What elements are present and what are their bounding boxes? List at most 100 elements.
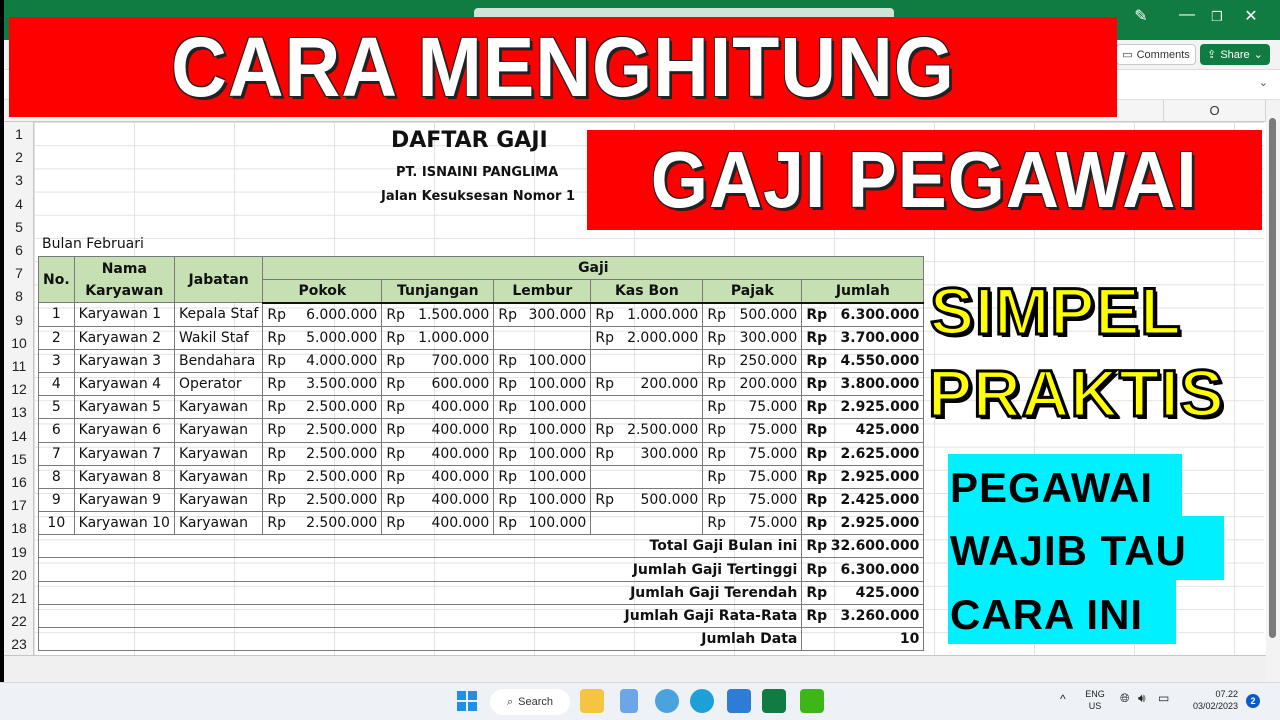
cell-position[interactable]: Karyawan (173, 441, 264, 466)
cell-pajak[interactable]: Rp 250.000 (702, 348, 803, 373)
cell-kasbon[interactable]: Rp 2.500.000 (590, 418, 704, 443)
cell-pajak[interactable]: Rp 75.000 (702, 441, 803, 466)
cell-tunjangan[interactable]: Rp 1.000.000 (381, 325, 495, 350)
cell-tunjangan[interactable]: Rp 400.000 (381, 487, 495, 513)
cell-jumlah[interactable]: Rp 2.625.000 (801, 441, 925, 466)
expand-formula-icon[interactable]: ⌄ (1259, 76, 1268, 89)
cell-jumlah[interactable]: Rp 4.550.000 (801, 348, 925, 373)
cell-pokok[interactable]: Rp 4.000.000 (262, 348, 383, 373)
summary-value[interactable]: Rp 6.300.000 (801, 557, 925, 582)
cell-name[interactable]: Karyawan 1 (73, 302, 175, 327)
cell-jumlah[interactable]: Rp 6.300.000 (801, 302, 925, 327)
network-icon[interactable]: 🌐︎ (1120, 692, 1130, 704)
row-header[interactable]: 15 (4, 451, 34, 467)
row-header[interactable]: 4 (4, 196, 34, 212)
cell-jumlah[interactable]: Rp 2.925.000 (801, 395, 925, 420)
cell-kasbon[interactable]: Rp 2.000.000 (590, 325, 704, 350)
notepad-icon[interactable] (620, 689, 638, 713)
cell-pokok[interactable]: Rp 2.500.000 (262, 487, 383, 513)
cell-position[interactable]: Karyawan (173, 511, 264, 536)
cell-name[interactable]: Karyawan 3 (73, 348, 175, 373)
cell-jumlah[interactable]: Rp 3.700.000 (801, 325, 925, 350)
cell-position[interactable]: Karyawan (173, 464, 264, 489)
cell-tunjangan[interactable]: Rp 400.000 (381, 511, 495, 536)
cell-jumlah[interactable]: Rp 425.000 (801, 418, 925, 443)
cell-kasbon[interactable]: Rp 200.000 (590, 371, 704, 397)
column-header-o[interactable]: O (1164, 100, 1266, 122)
cell-pajak[interactable]: Rp 75.000 (702, 487, 803, 513)
cell-pajak[interactable]: Rp 300.000 (702, 325, 803, 350)
share-button[interactable]: ⇪ Share ⌄ (1200, 44, 1270, 65)
cell-lembur[interactable]: Rp 100.000 (493, 371, 592, 397)
cell-tunjangan[interactable]: Rp 400.000 (381, 418, 495, 443)
cell-lembur[interactable]: Rp 300.000 (493, 302, 592, 327)
row-header[interactable]: 2 (4, 149, 34, 165)
summary-value[interactable]: 10 (801, 626, 925, 652)
cell-no[interactable]: 6 (38, 418, 75, 443)
summary-value[interactable]: Rp 3.260.000 (801, 603, 925, 629)
pen-icon[interactable]: ✎ (1126, 6, 1156, 26)
cell-kasbon[interactable]: Rp 1.000.000 (590, 302, 704, 327)
cell-tunjangan[interactable]: Rp 400.000 (381, 441, 495, 466)
cell-position[interactable]: Karyawan (173, 395, 264, 420)
cell-no[interactable]: 9 (38, 487, 75, 513)
cell-lembur[interactable]: Rp 100.000 (493, 441, 592, 466)
cell-tunjangan[interactable]: Rp 600.000 (381, 371, 495, 397)
cell-lembur[interactable]: Rp 100.000 (493, 487, 592, 513)
row-header[interactable]: 19 (4, 544, 34, 560)
row-header[interactable]: 9 (4, 312, 34, 328)
cell-pokok[interactable]: Rp 2.500.000 (262, 511, 383, 536)
cell-no[interactable]: 2 (38, 325, 75, 350)
summary-value[interactable]: Rp 32.600.000 (801, 534, 925, 559)
row-header[interactable]: 12 (4, 381, 34, 397)
cell-name[interactable]: Karyawan 8 (73, 464, 175, 489)
cell-kasbon[interactable]: Rp 300.000 (590, 441, 704, 466)
row-header[interactable]: 7 (4, 265, 34, 281)
cell-kasbon[interactable] (590, 464, 704, 489)
cell-pokok[interactable]: Rp 3.500.000 (262, 371, 383, 397)
cell-tunjangan[interactable]: Rp 700.000 (381, 348, 495, 373)
show-hidden-icons[interactable]: ^ (1060, 693, 1066, 705)
row-header[interactable]: 14 (4, 428, 34, 444)
cell-kasbon[interactable] (590, 395, 704, 420)
cell-pokok[interactable]: Rp 6.000.000 (262, 302, 383, 327)
cell-pajak[interactable]: Rp 75.000 (702, 418, 803, 443)
cell-pajak[interactable]: Rp 75.000 (702, 511, 803, 536)
edge-icon[interactable] (690, 689, 714, 713)
cell-name[interactable]: Karyawan 2 (73, 325, 175, 350)
cell-tunjangan[interactable]: Rp 400.000 (381, 464, 495, 489)
restore-button[interactable]: ❐ (1202, 9, 1232, 25)
battery-icon[interactable]: ▭ (1158, 692, 1169, 704)
cell-name[interactable]: Karyawan 4 (73, 371, 175, 397)
row-header[interactable]: 1 (4, 126, 34, 142)
row-header[interactable]: 11 (4, 358, 34, 374)
vertical-scrollbar[interactable] (1266, 100, 1280, 682)
row-header[interactable]: 22 (4, 613, 34, 629)
start-button[interactable] (455, 689, 479, 713)
cell-pokok[interactable]: Rp 2.500.000 (262, 441, 383, 466)
row-header[interactable]: 17 (4, 497, 34, 513)
cell-no[interactable]: 7 (38, 441, 75, 466)
cell-position[interactable]: Wakil Staf (173, 325, 264, 350)
cell-kasbon[interactable] (590, 348, 704, 373)
row-header[interactable]: 21 (4, 590, 34, 606)
volume-icon[interactable]: 🔊︎ (1138, 692, 1146, 704)
cell-position[interactable]: Kepala Staf (173, 302, 264, 327)
cell-no[interactable]: 1 (38, 302, 75, 327)
cell-pajak[interactable]: Rp 75.000 (702, 395, 803, 420)
cell-no[interactable]: 8 (38, 464, 75, 489)
paint-icon[interactable] (655, 689, 679, 713)
cell-lembur[interactable]: Rp 100.000 (493, 395, 592, 420)
cell-position[interactable]: Karyawan (173, 418, 264, 443)
minimize-button[interactable]: — (1172, 6, 1202, 24)
row-header[interactable]: 18 (4, 520, 34, 536)
row-header[interactable]: 10 (4, 335, 34, 351)
row-header[interactable]: 23 (4, 636, 34, 652)
cell-pajak[interactable]: Rp 75.000 (702, 464, 803, 489)
cell-lembur[interactable]: Rp 100.000 (493, 348, 592, 373)
cell-name[interactable]: Karyawan 6 (73, 418, 175, 443)
cell-lembur[interactable]: Rp 100.000 (493, 418, 592, 443)
cell-tunjangan[interactable]: Rp 400.000 (381, 395, 495, 420)
cell-lembur[interactable]: Rp 100.000 (493, 511, 592, 536)
cell-name[interactable]: Karyawan 5 (73, 395, 175, 420)
